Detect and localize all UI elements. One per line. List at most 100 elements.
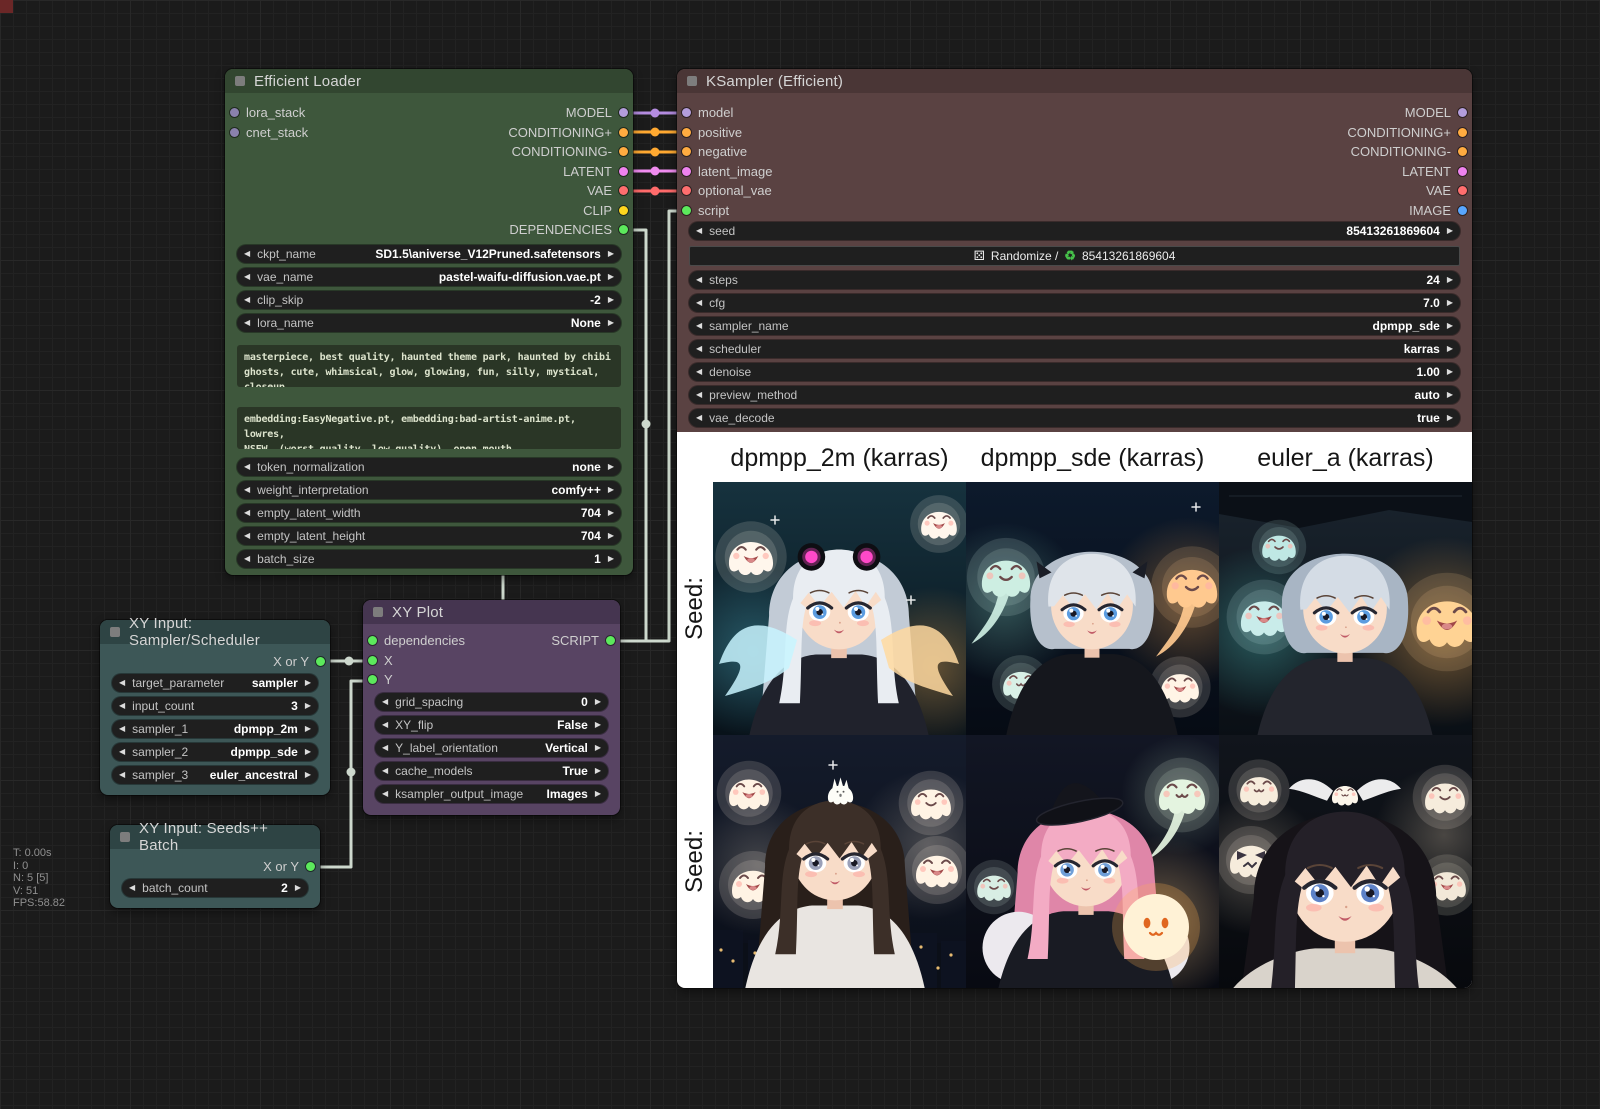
node-collapse-box[interactable] xyxy=(110,627,120,637)
decrement-arrow[interactable]: ◀ xyxy=(244,268,250,286)
widget-preview_method[interactable]: ◀preview_methodauto▶ xyxy=(689,386,1460,404)
output-port-LATENT[interactable]: LATENT xyxy=(1402,162,1467,182)
output-port-MODEL[interactable]: MODEL xyxy=(566,103,628,123)
widget-Y_label_orientation[interactable]: ◀Y_label_orientationVertical▶ xyxy=(375,739,608,757)
port-dot[interactable] xyxy=(1458,147,1467,156)
decrement-arrow[interactable]: ◀ xyxy=(696,409,702,427)
increment-arrow[interactable]: ▶ xyxy=(595,716,601,734)
decrement-arrow[interactable]: ◀ xyxy=(129,879,135,897)
output-port-CONDITIONING+[interactable]: CONDITIONING+ xyxy=(1347,123,1467,143)
port-dot[interactable] xyxy=(619,186,628,195)
decrement-arrow[interactable]: ◀ xyxy=(696,317,702,335)
node-xy-plot[interactable]: XY Plot dependenciesSCRIPTXY◀grid_spacin… xyxy=(363,600,620,815)
output-port-X or Y[interactable]: X or Y xyxy=(273,652,325,672)
widget-weight_interpretation[interactable]: ◀weight_interpretationcomfy++▶ xyxy=(237,481,621,499)
increment-arrow[interactable]: ▶ xyxy=(305,674,311,692)
increment-arrow[interactable]: ▶ xyxy=(1447,271,1453,289)
input-port-positive[interactable]: positive xyxy=(682,123,742,143)
widget-vae_name[interactable]: ◀vae_namepastel-waifu-diffusion.vae.pt▶ xyxy=(237,268,621,286)
increment-arrow[interactable]: ▶ xyxy=(608,268,614,286)
node-collapse-box[interactable] xyxy=(373,607,383,617)
positive-prompt-textarea[interactable]: masterpiece, best quality, haunted theme… xyxy=(237,345,621,387)
port-dot[interactable] xyxy=(1458,186,1467,195)
increment-arrow[interactable]: ▶ xyxy=(608,245,614,263)
port-dot[interactable] xyxy=(619,108,628,117)
widget-grid_spacing[interactable]: ◀grid_spacing0▶ xyxy=(375,693,608,711)
decrement-arrow[interactable]: ◀ xyxy=(244,504,250,522)
output-port-MODEL[interactable]: MODEL xyxy=(1405,103,1467,123)
increment-arrow[interactable]: ▶ xyxy=(305,743,311,761)
increment-arrow[interactable]: ▶ xyxy=(608,481,614,499)
widget-empty_latent_width[interactable]: ◀empty_latent_width704▶ xyxy=(237,504,621,522)
port-dot[interactable] xyxy=(368,636,377,645)
increment-arrow[interactable]: ▶ xyxy=(1447,386,1453,404)
decrement-arrow[interactable]: ◀ xyxy=(244,481,250,499)
node-collapse-box[interactable] xyxy=(687,76,697,86)
port-dot[interactable] xyxy=(619,128,628,137)
input-port-script[interactable]: script xyxy=(682,201,729,221)
input-port-model[interactable]: model xyxy=(682,103,733,123)
port-dot[interactable] xyxy=(368,675,377,684)
port-dot[interactable] xyxy=(606,636,615,645)
node-graph-canvas[interactable]: Efficient Loader lora_stackMODELcnet_sta… xyxy=(0,0,1600,1109)
output-port-LATENT[interactable]: LATENT xyxy=(563,162,628,182)
increment-arrow[interactable]: ▶ xyxy=(1447,222,1453,240)
node-efficient-loader[interactable]: Efficient Loader lora_stackMODELcnet_sta… xyxy=(225,69,633,575)
port-dot[interactable] xyxy=(1458,167,1467,176)
increment-arrow[interactable]: ▶ xyxy=(608,458,614,476)
widget-seed[interactable]: ◀seed85413261869604▶ xyxy=(689,222,1460,240)
increment-arrow[interactable]: ▶ xyxy=(305,697,311,715)
widget-sampler_3[interactable]: ◀sampler_3euler_ancestral▶ xyxy=(112,766,318,784)
decrement-arrow[interactable]: ◀ xyxy=(382,716,388,734)
widget-steps[interactable]: ◀steps24▶ xyxy=(689,271,1460,289)
widget-batch_size[interactable]: ◀batch_size1▶ xyxy=(237,550,621,568)
port-dot[interactable] xyxy=(619,225,628,234)
increment-arrow[interactable]: ▶ xyxy=(608,314,614,332)
increment-arrow[interactable]: ▶ xyxy=(1447,409,1453,427)
decrement-arrow[interactable]: ◀ xyxy=(119,766,125,784)
widget-ckpt_name[interactable]: ◀ckpt_nameSD1.5\aniverse_V12Pruned.safet… xyxy=(237,245,621,263)
port-dot[interactable] xyxy=(1458,128,1467,137)
input-port-latent_image[interactable]: latent_image xyxy=(682,162,772,182)
decrement-arrow[interactable]: ◀ xyxy=(382,762,388,780)
node-xy-input-seeds-batch[interactable]: XY Input: Seeds++ Batch X or Y◀batch_cou… xyxy=(110,825,320,908)
port-dot[interactable] xyxy=(682,186,691,195)
decrement-arrow[interactable]: ◀ xyxy=(382,785,388,803)
input-port-lora_stack[interactable]: lora_stack xyxy=(230,103,305,123)
decrement-arrow[interactable]: ◀ xyxy=(244,314,250,332)
decrement-arrow[interactable]: ◀ xyxy=(119,674,125,692)
randomize-seed-button[interactable]: ⚄Randomize /♻85413261869604 xyxy=(689,246,1460,266)
widget-clip_skip[interactable]: ◀clip_skip-2▶ xyxy=(237,291,621,309)
decrement-arrow[interactable]: ◀ xyxy=(244,527,250,545)
output-port-X or Y[interactable]: X or Y xyxy=(263,857,315,877)
increment-arrow[interactable]: ▶ xyxy=(595,739,601,757)
widget-token_normalization[interactable]: ◀token_normalizationnone▶ xyxy=(237,458,621,476)
widget-sampler_2[interactable]: ◀sampler_2dpmpp_sde▶ xyxy=(112,743,318,761)
decrement-arrow[interactable]: ◀ xyxy=(696,340,702,358)
output-port-VAE[interactable]: VAE xyxy=(587,181,628,201)
increment-arrow[interactable]: ▶ xyxy=(295,879,301,897)
widget-cache_models[interactable]: ◀cache_modelsTrue▶ xyxy=(375,762,608,780)
increment-arrow[interactable]: ▶ xyxy=(1447,294,1453,312)
widget-target_parameter[interactable]: ◀target_parametersampler▶ xyxy=(112,674,318,692)
port-dot[interactable] xyxy=(1458,108,1467,117)
output-port-CONDITIONING-[interactable]: CONDITIONING- xyxy=(512,142,628,162)
output-port-SCRIPT[interactable]: SCRIPT xyxy=(551,631,615,651)
input-port-X[interactable]: X xyxy=(368,651,393,671)
decrement-arrow[interactable]: ◀ xyxy=(696,363,702,381)
output-port-CONDITIONING-[interactable]: CONDITIONING- xyxy=(1351,142,1467,162)
port-dot[interactable] xyxy=(619,206,628,215)
node-ksampler-efficient[interactable]: KSampler (Efficient) modelMODELpositiveC… xyxy=(677,69,1472,988)
decrement-arrow[interactable]: ◀ xyxy=(119,743,125,761)
input-port-optional_vae[interactable]: optional_vae xyxy=(682,181,772,201)
port-dot[interactable] xyxy=(316,657,325,666)
port-dot[interactable] xyxy=(619,167,628,176)
widget-ksampler_output_image[interactable]: ◀ksampler_output_imageImages▶ xyxy=(375,785,608,803)
node-collapse-box[interactable] xyxy=(120,832,130,842)
decrement-arrow[interactable]: ◀ xyxy=(244,245,250,263)
widget-scheduler[interactable]: ◀schedulerkarras▶ xyxy=(689,340,1460,358)
port-dot[interactable] xyxy=(619,147,628,156)
input-port-Y[interactable]: Y xyxy=(368,670,393,690)
widget-XY_flip[interactable]: ◀XY_flipFalse▶ xyxy=(375,716,608,734)
widget-lora_name[interactable]: ◀lora_nameNone▶ xyxy=(237,314,621,332)
